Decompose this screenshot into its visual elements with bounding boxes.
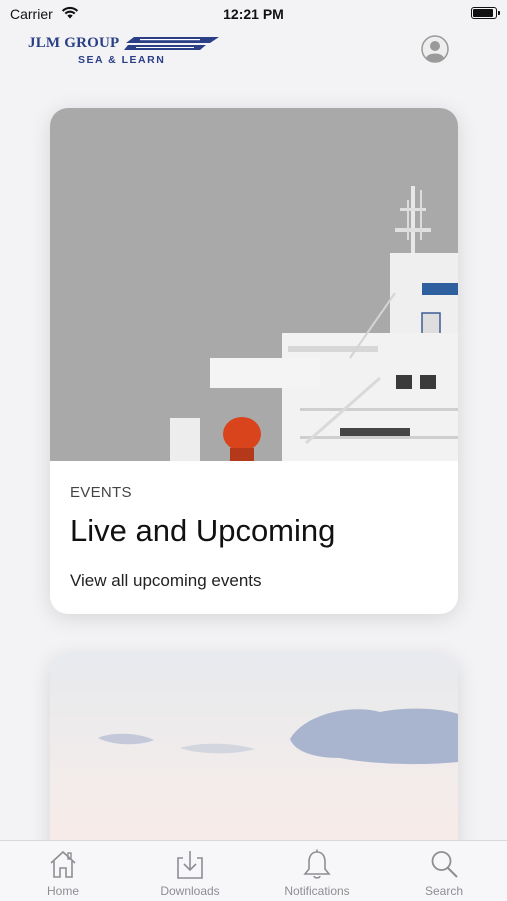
card-title: Live and Upcoming xyxy=(70,513,336,548)
download-tray-icon xyxy=(177,851,203,879)
logo-wordmark: JLM GROUP xyxy=(28,35,120,51)
house-icon xyxy=(50,850,76,878)
app-header: JLM GROUP SEA & LEARN xyxy=(0,28,507,74)
feed-scroll[interactable]: EVENTS Live and Upcoming View all upcomi… xyxy=(0,74,507,840)
sky-photo xyxy=(50,654,458,840)
tab-home[interactable]: Home xyxy=(0,841,126,901)
tab-search-label: Search xyxy=(424,884,464,898)
status-time: 12:21 PM xyxy=(223,6,284,22)
tab-notifications[interactable]: Notifications xyxy=(254,841,380,901)
tab-downloads[interactable]: Downloads xyxy=(127,841,253,901)
ship-photo xyxy=(50,108,458,461)
secondary-card[interactable] xyxy=(50,654,458,840)
tab-notifications-label: Notifications xyxy=(284,884,350,898)
events-card[interactable]: EVENTS Live and Upcoming View all upcomi… xyxy=(50,108,458,614)
tab-bar: Home Downloads Notifications Search xyxy=(0,840,507,901)
logo-tagline: SEA & LEARN xyxy=(78,54,166,66)
card-subtitle: View all upcoming events xyxy=(70,571,262,590)
battery-nub xyxy=(498,11,500,15)
battery-icon xyxy=(471,7,500,19)
jlm-group-logo[interactable]: JLM GROUP SEA & LEARN xyxy=(28,33,228,69)
ship-logo-icon xyxy=(124,37,219,50)
bell-icon xyxy=(303,849,331,879)
tab-downloads-label: Downloads xyxy=(160,884,220,898)
card-category-label: EVENTS xyxy=(70,484,132,501)
profile-icon[interactable] xyxy=(421,35,449,63)
battery-fill xyxy=(473,9,493,17)
tab-home-label: Home xyxy=(46,884,79,898)
status-bar: Carrier 12:21 PM xyxy=(0,0,507,28)
tab-search[interactable]: Search xyxy=(381,841,507,901)
magnifier-icon xyxy=(431,851,458,878)
